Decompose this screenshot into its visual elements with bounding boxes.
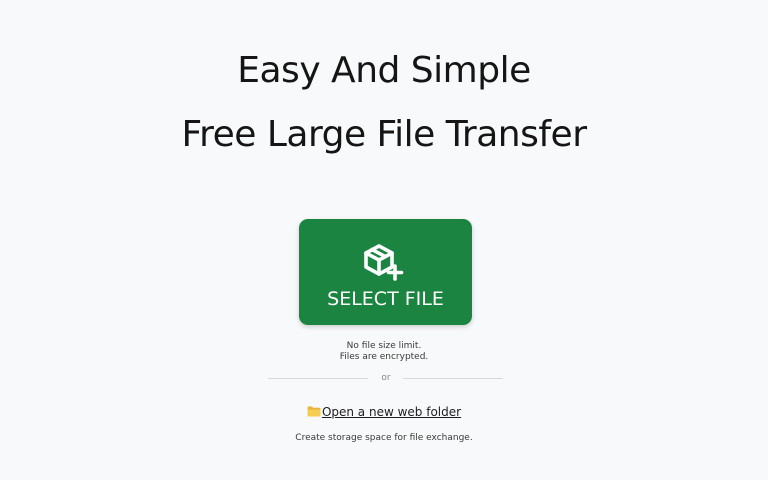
or-separator: or (381, 373, 391, 383)
size-limit-note: No file size limit. (346, 341, 422, 351)
headline-line-2: Free Large File Transfer (181, 114, 587, 155)
encryption-note: Files are encrypted. (339, 352, 429, 362)
open-web-folder-link[interactable]: Open a new web folder (0, 405, 768, 419)
package-plus-icon (364, 244, 404, 281)
select-file-button[interactable]: SELECT FILE (299, 219, 472, 325)
landing-page: Easy And Simple Free Large File Transfer… (0, 0, 768, 480)
divider-right (403, 378, 503, 379)
web-folder-description: Create storage space for file exchange. (295, 433, 473, 443)
headline-line-1: Easy And Simple (237, 50, 531, 91)
select-file-label: SELECT FILE (327, 288, 444, 310)
divider-left (268, 378, 368, 379)
folder-icon (307, 406, 321, 417)
open-web-folder-text[interactable]: Open a new web folder (322, 405, 461, 419)
